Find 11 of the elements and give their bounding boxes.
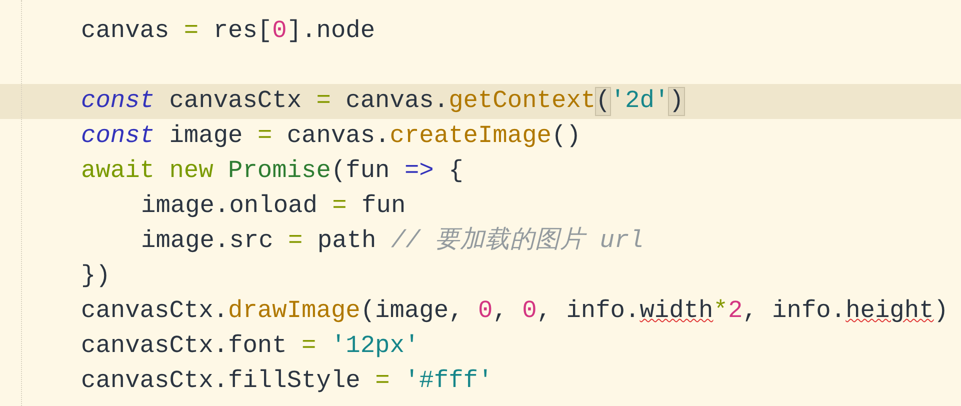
code-line: const canvasCtx = canvas.getContext('2d') — [81, 88, 684, 115]
code-line: image.src = path // 要加载的图片 url — [141, 228, 644, 255]
code-line: const image = canvas.createImage() — [81, 123, 581, 150]
code-line: canvasCtx.drawImage(image, 0, 0, info.width*2, info.height) — [81, 298, 948, 325]
code-editor[interactable] — [0, 0, 961, 406]
code-line: canvas = res[0].node — [81, 18, 376, 45]
code-line: await new Promise(fun => { — [81, 158, 464, 185]
code-line: }) — [81, 263, 110, 290]
code-line: canvasCtx.font = '12px' — [81, 333, 420, 360]
code-line: canvasCtx.fillStyle = '#fff' — [81, 368, 493, 395]
code-line: image.onload = fun — [141, 193, 406, 220]
